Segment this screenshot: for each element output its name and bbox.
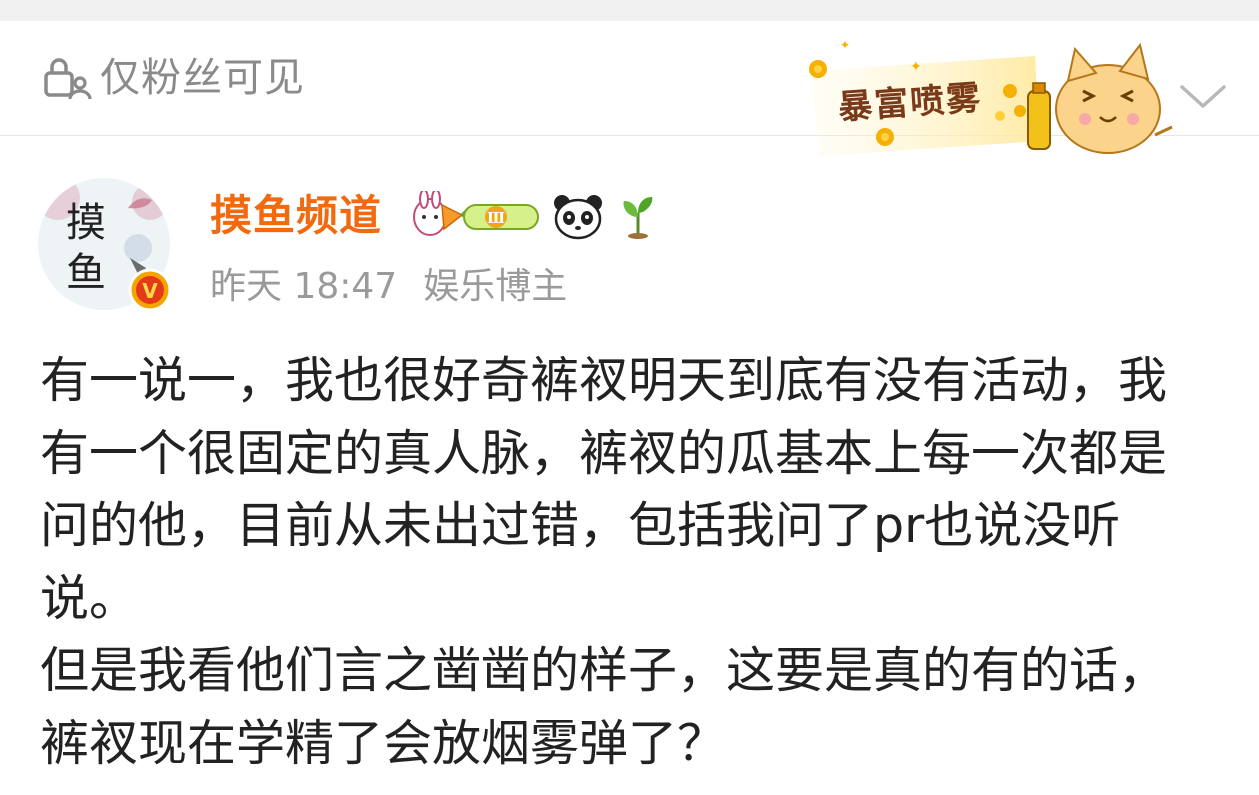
visibility-label: 仅粉丝可见 [100,55,305,101]
visibility-bar: 仅粉丝可见 ✦ ✦ 暴富喷雾 [0,21,1259,156]
lock-person-icon [44,58,92,100]
svg-text:✦: ✦ [840,38,850,52]
avatar-text: 摸鱼 [66,200,106,296]
panda-icon[interactable] [552,191,604,241]
post-content[interactable]: 有一说一，我也很好奇裤衩明天到底有没有活动，我有一个很固定的真人脉，裤衩的瓜基本… [40,345,1210,780]
author-name[interactable]: 摸鱼频道 [210,188,382,244]
author-badges: Ⅲ [412,188,660,244]
banner-text: 暴富喷雾 [837,78,984,128]
level-badge-text: Ⅲ [487,209,505,227]
top-spacer [0,0,1259,21]
sprout-icon[interactable] [616,191,660,241]
svg-text:✦: ✦ [910,59,922,75]
verified-badge-text: V [142,279,158,303]
verified-badge-icon: V [128,268,172,312]
visibility-indicator[interactable]: 仅粉丝可见 [42,55,305,101]
author-role: 娱乐博主 [423,266,568,307]
chevron-down-icon[interactable] [1178,79,1228,113]
cat-spray-banner[interactable]: ✦ ✦ 暴富喷雾 [800,31,1180,157]
post-meta: 昨天 18:47 娱乐博主 [210,262,593,312]
level-badge[interactable]: Ⅲ [412,191,542,241]
post-time[interactable]: 昨天 18:47 [210,266,397,307]
